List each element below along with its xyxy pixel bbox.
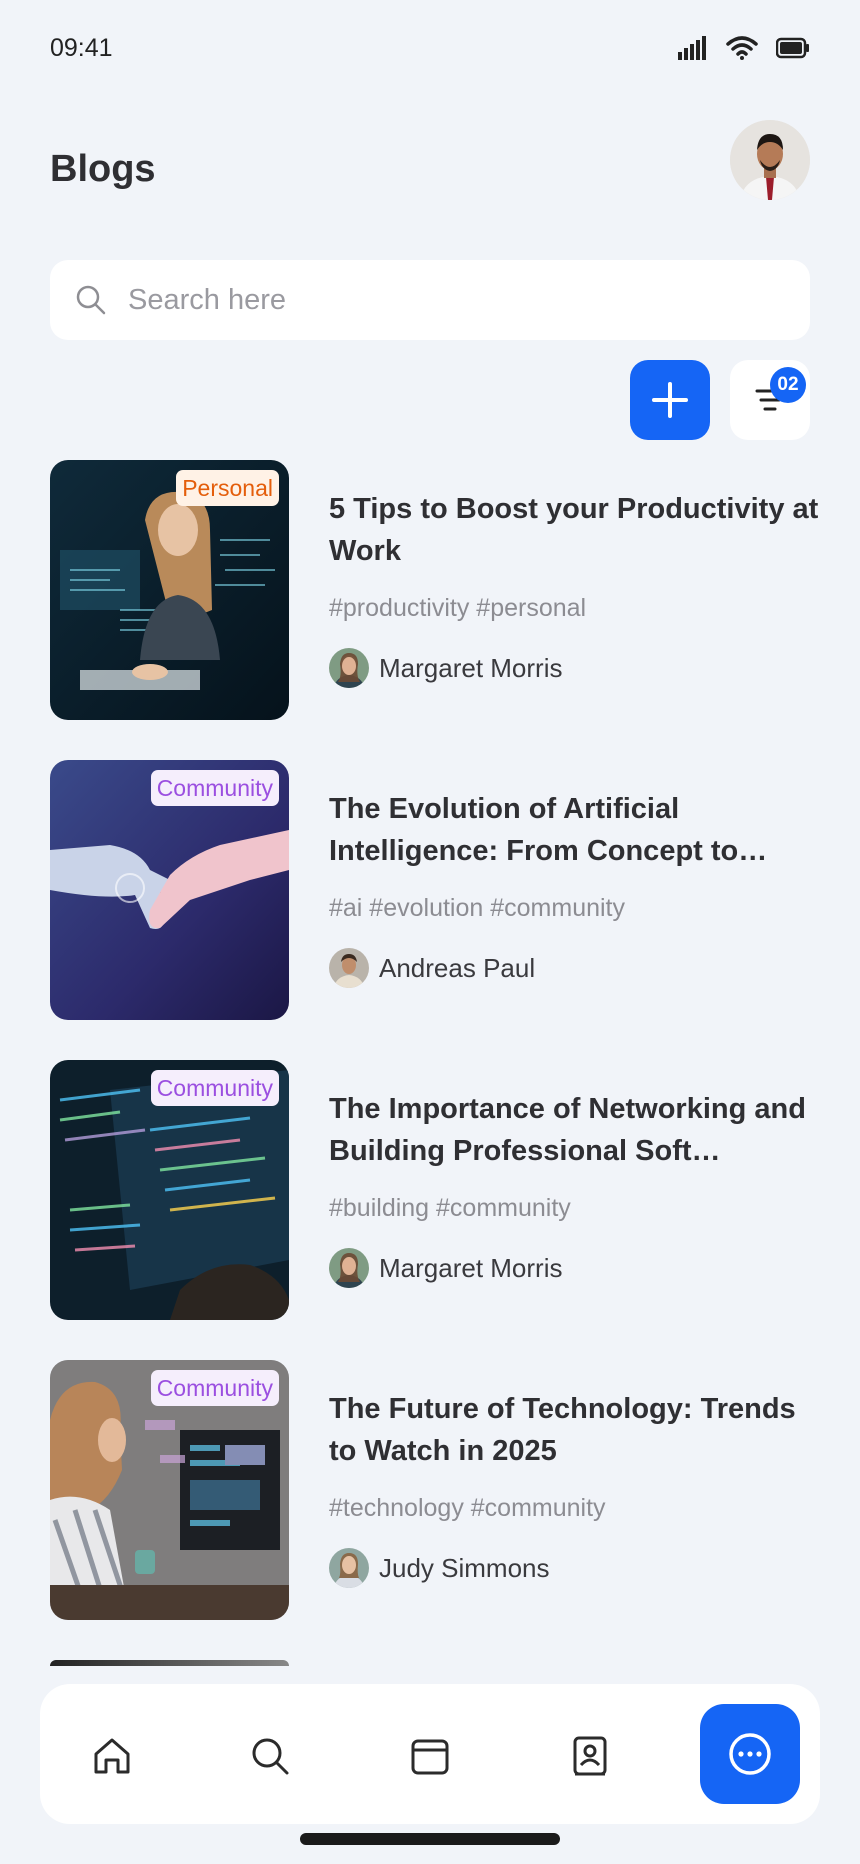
blog-thumbnail: Community [50, 760, 289, 1020]
blog-hashtags: #ai #evolution #community [329, 894, 625, 922]
blog-hashtags: #productivity #personal [329, 594, 587, 622]
status-time: 09:41 [50, 34, 113, 62]
author-avatar [329, 948, 369, 988]
nav-contacts[interactable] [562, 1728, 618, 1784]
blog-card[interactable]: Community The Importance of Networking a… [50, 1060, 820, 1360]
category-tag: Personal [176, 470, 279, 506]
blog-title[interactable]: The Importance of Networking and Buildin… [329, 1088, 819, 1172]
add-blog-button[interactable] [630, 360, 710, 440]
author-avatar [329, 648, 369, 688]
nav-search[interactable] [242, 1728, 298, 1784]
blog-list: Personal 5 Tips to Boost your Productivi… [50, 460, 820, 1660]
blog-card[interactable]: Personal 5 Tips to Boost your Productivi… [50, 460, 820, 760]
filter-button[interactable]: 02 [730, 360, 810, 440]
blog-thumbnail-peek [50, 1660, 289, 1666]
blog-author[interactable]: Margaret Morris [329, 648, 562, 688]
category-tag: Community [150, 1070, 279, 1106]
nav-calendar[interactable] [402, 1728, 458, 1784]
blog-hashtags: #technology #community [329, 1494, 606, 1522]
category-tag: Community [150, 770, 279, 806]
blog-thumbnail: Personal [50, 460, 289, 720]
search-icon [76, 285, 106, 315]
blog-author[interactable]: Judy Simmons [329, 1548, 550, 1588]
author-name: Andreas Paul [379, 952, 536, 983]
profile-avatar[interactable] [730, 120, 810, 200]
page-title: Blogs [50, 148, 156, 190]
contacts-icon [573, 1736, 607, 1776]
blog-title[interactable]: The Evolution of Artificial Intelligence… [329, 788, 819, 872]
blog-author[interactable]: Margaret Morris [329, 1248, 562, 1288]
search-icon [252, 1738, 289, 1775]
blog-title[interactable]: The Future of Technology: Trends to Watc… [329, 1388, 819, 1472]
author-avatar [329, 1248, 369, 1288]
blog-author[interactable]: Andreas Paul [329, 948, 535, 988]
blog-card[interactable]: Community The Future of Technology: Tren… [50, 1360, 820, 1660]
blog-title[interactable]: 5 Tips to Boost your Productivity at Wor… [329, 488, 819, 572]
wifi-icon [726, 36, 758, 60]
signal-icon [678, 36, 706, 60]
blog-thumbnail: Community [50, 1360, 289, 1620]
author-name: Judy Simmons [379, 1552, 550, 1583]
chat-icon [729, 1733, 771, 1775]
blog-thumbnail: Community [50, 1060, 289, 1320]
nav-chat-button[interactable] [700, 1704, 800, 1804]
search-bar[interactable] [50, 260, 810, 340]
bottom-navigation [40, 1684, 820, 1824]
battery-icon [776, 37, 809, 59]
category-tag: Community [150, 1370, 279, 1406]
status-bar: 09:41 [0, 0, 860, 100]
nav-home[interactable] [84, 1728, 140, 1784]
status-icons [678, 36, 810, 60]
home-indicator [300, 1833, 560, 1845]
filter-count-badge: 02 [770, 367, 806, 403]
blog-card[interactable]: Community The Evolution of Artificial In… [50, 760, 820, 1060]
home-icon [94, 1738, 130, 1774]
search-input[interactable] [128, 283, 748, 317]
author-name: Margaret Morris [379, 1252, 563, 1283]
calendar-icon [411, 1739, 449, 1775]
author-name: Margaret Morris [379, 652, 563, 683]
blog-hashtags: #building #community [329, 1194, 571, 1222]
author-avatar [329, 1548, 369, 1588]
plus-icon [652, 382, 688, 418]
